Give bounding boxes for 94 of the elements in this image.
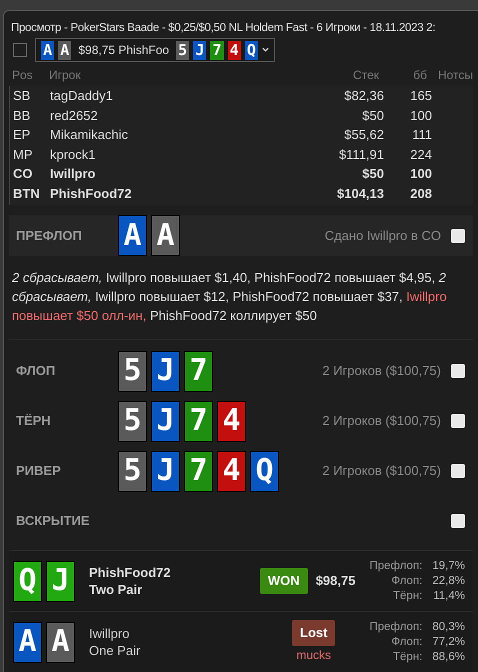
table-cell-text: BTN: [12, 184, 41, 202]
column-header: Игрок: [49, 67, 82, 84]
checkbox[interactable]: [13, 43, 27, 57]
playing-card: 4: [228, 40, 241, 60]
street-label: ПРЕФЛОП: [15, 226, 83, 245]
equity-value: 80,3%: [432, 620, 465, 634]
table-cell-text: 100: [409, 165, 432, 183]
table-cell-text: SB: [12, 87, 32, 105]
table-cell-text: 100: [409, 106, 432, 124]
result-badge: WON: [260, 568, 308, 594]
equity-value: 77,2%: [432, 634, 465, 650]
table-cell-text: PhishFood72: [50, 184, 133, 202]
playing-card: J: [46, 560, 75, 602]
street-info: 2 Игроков ($100,75): [322, 412, 441, 430]
equity-value: 88,6%: [432, 650, 465, 664]
playing-card: A: [118, 215, 147, 256]
equity-value: 22,8%: [432, 574, 465, 588]
table-cell-text: 224: [409, 146, 432, 164]
playing-card: 7: [210, 40, 224, 60]
playing-card: 5: [176, 40, 190, 60]
equity-value: 11,4%: [432, 588, 465, 604]
playing-card: 7: [184, 450, 213, 492]
table-cell-text: MP: [12, 146, 34, 164]
table-cell-text: Mikamikachic: [50, 126, 130, 144]
table-cell-text: 111: [411, 126, 432, 144]
playing-card: J: [151, 450, 180, 492]
table-cell-text: BB: [12, 106, 32, 124]
street-label: ТЁРН: [15, 412, 52, 430]
equity-label: Тёрн:: [392, 650, 422, 664]
table-cell-text: $111,91: [338, 146, 384, 164]
table-cell-text: $50: [361, 106, 384, 124]
player-name: PhishFood72: [89, 564, 171, 581]
street-label: РИВЕР: [15, 462, 62, 480]
checkbox[interactable]: [451, 228, 465, 242]
playing-card: Q: [13, 560, 42, 602]
playing-card: 5: [118, 400, 147, 442]
table-cell-text: $50: [361, 165, 384, 183]
playing-card: A: [41, 40, 54, 60]
action-text: 2 сбрасывает, Iwillpro повышает $1,40, PhishFood72 повышает $4,95, 2 сбрасывает, Iwillpro повышает $12, PhishFood72 повышает $37, Iwillpro повышает $50 олл-ин, PhishFood72 коллирует $50: [12, 269, 448, 325]
street-label: ВСКРЫТИЕ: [15, 512, 91, 530]
chevron-down-icon: [262, 47, 269, 53]
playing-card: 4: [217, 400, 246, 442]
equity-label: Префлоп:: [369, 620, 422, 634]
table-cell-text: kprock1: [50, 146, 97, 164]
playing-card: A: [13, 622, 42, 662]
result-badge: Lost: [292, 620, 336, 646]
playing-card: A: [46, 622, 75, 662]
hand-rank: One Pair: [89, 642, 140, 659]
hand-rank: Two Pair: [89, 581, 144, 598]
table-cell-text: tagDaddy1: [50, 87, 114, 105]
checkbox[interactable]: [451, 464, 465, 478]
playing-card: A: [58, 40, 72, 60]
table-cell-text: red2652: [50, 106, 99, 124]
table-cell-text: $82,36: [343, 87, 384, 105]
street-label: ФЛОП: [15, 362, 56, 380]
checkbox[interactable]: [451, 514, 465, 528]
street-info: 2 Игроков ($100,75): [322, 362, 441, 380]
table-cell-text: 208: [409, 184, 432, 202]
player-name: Iwillpro: [89, 625, 130, 642]
playing-card: A: [151, 215, 180, 256]
equity-label: Флоп:: [390, 574, 422, 588]
playing-card: 7: [184, 400, 213, 442]
hand-dropdown[interactable]: A A $98,75 PhishFoo 5 J 7 4 Q: [35, 38, 275, 62]
window-title: Просмотр - PokerStars Baade - $0,25/$0,50 NL Holdem Fast - 6 Игроки - 18.11.2023 2:: [10, 21, 436, 36]
playing-card: J: [151, 350, 180, 392]
equity-label: Префлоп:: [369, 558, 422, 574]
playing-card: 5: [118, 350, 147, 392]
street-info: 2 Игроков ($100,75): [322, 462, 441, 480]
street-info: Сдано Iwillpro в CO: [324, 226, 441, 245]
muck-note: mucks: [296, 646, 332, 664]
column-header: Стек: [352, 67, 379, 84]
table-cell-text: CO: [12, 165, 34, 183]
table-cell-text: Iwillpro: [50, 165, 96, 183]
playing-card: J: [193, 40, 206, 60]
table-cell-text: 165: [409, 87, 432, 105]
column-header: Pos: [11, 67, 34, 84]
playing-card: Q: [244, 40, 258, 60]
hand-summary: $98,75 PhishFoo: [78, 42, 170, 59]
playing-card: 4: [217, 450, 246, 492]
equity-label: Флоп:: [390, 634, 422, 650]
column-header: бб: [412, 67, 427, 84]
checkbox[interactable]: [451, 414, 465, 428]
table-cell-text: EP: [12, 126, 32, 144]
playing-card: 7: [184, 350, 213, 392]
playing-card: J: [151, 400, 180, 442]
checkbox[interactable]: [451, 364, 465, 378]
equity-value: 19,7%: [432, 558, 465, 574]
playing-card: 5: [118, 450, 147, 492]
table-cell-text: $55,62: [343, 126, 384, 144]
table-cell-text: $104,13: [336, 184, 384, 202]
won-amount: $98,75: [316, 572, 356, 590]
equity-label: Тёрн:: [392, 588, 422, 604]
playing-card: Q: [250, 450, 279, 492]
column-header: Нотсы: [436, 67, 473, 84]
